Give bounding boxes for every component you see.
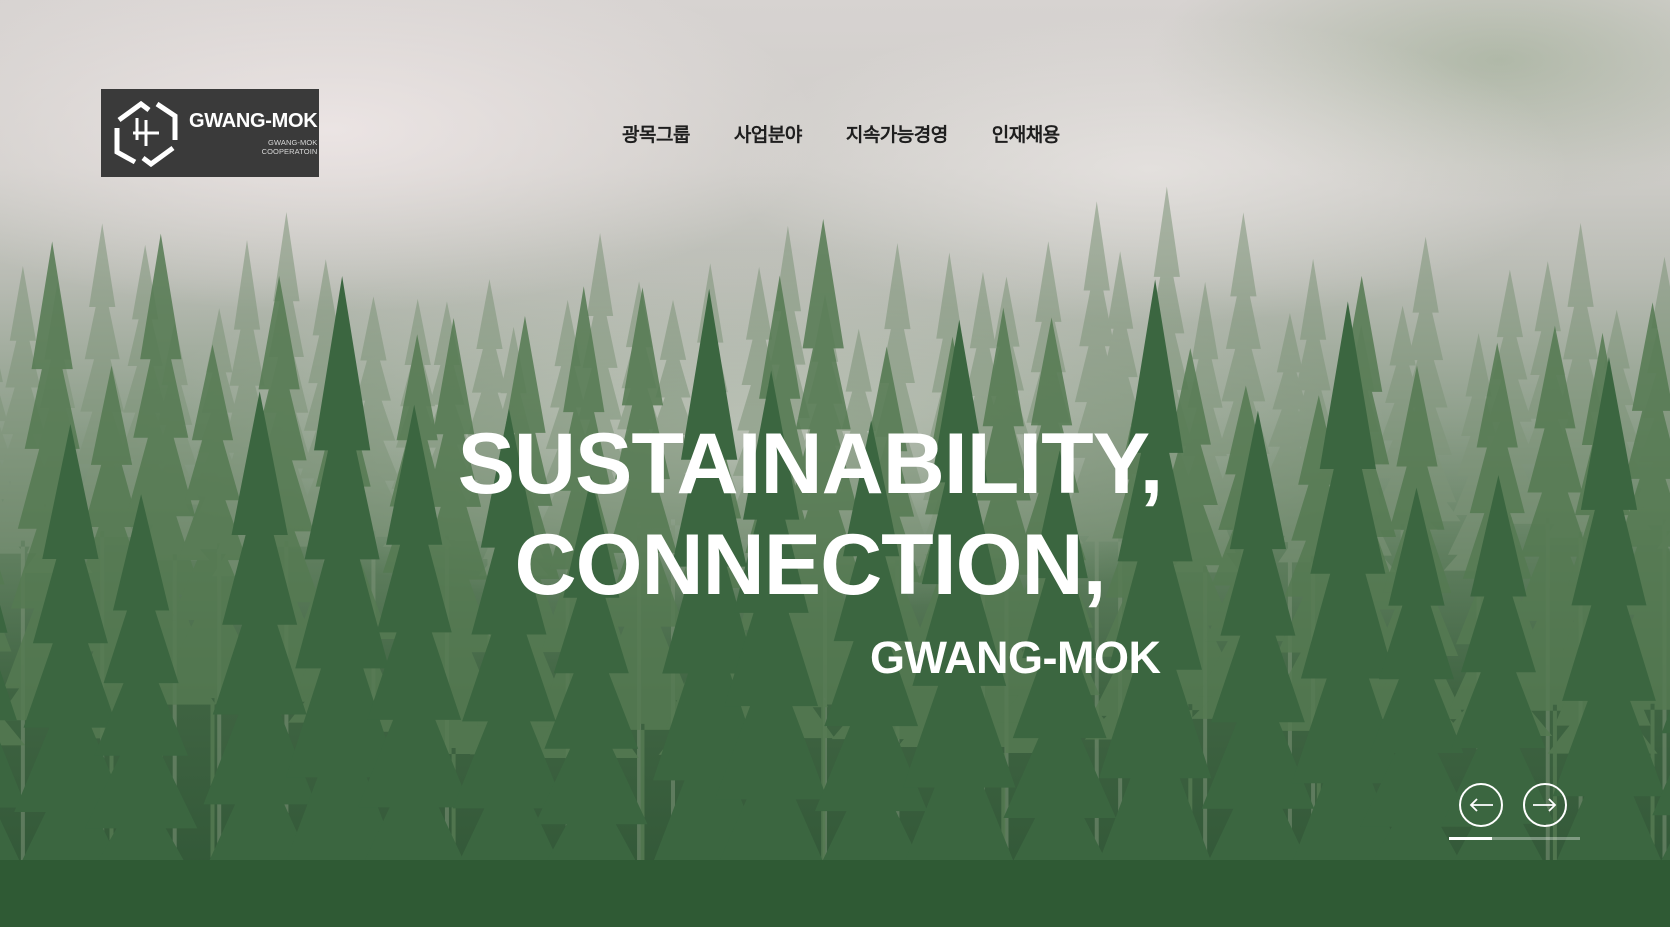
arrow-right-icon — [1533, 798, 1557, 812]
slider-next-button[interactable] — [1523, 783, 1567, 827]
logo-mark-icon — [114, 100, 178, 168]
logo-subtitle-line1: GWANG-MOK — [268, 138, 318, 147]
hero-headline-line1: SUSTAINABILITY, — [457, 416, 1164, 512]
slider-progress-fill — [1449, 837, 1493, 840]
nav-item-sustainability[interactable]: 지속가능경영 — [824, 120, 970, 147]
nav-item-business[interactable]: 사업분야 — [712, 120, 824, 147]
nav-item-careers[interactable]: 인재채용 — [970, 120, 1082, 147]
logo-subtitle-line2: COOPERATOIN — [261, 147, 318, 156]
arrow-left-icon — [1469, 798, 1493, 812]
hero-brand-line: GWANG-MOK — [870, 632, 1161, 683]
slider-prev-button[interactable] — [1459, 783, 1503, 827]
slider-progress-track — [1449, 837, 1580, 840]
nav-item-group[interactable]: 광목그룹 — [600, 120, 712, 147]
logo[interactable]: GWANG-MOK GWANG-MOK COOPERATOIN — [101, 89, 319, 177]
hero-headline-line2: CONNECTION, — [514, 517, 1107, 613]
main-nav: 광목그룹 사업분야 지속가능경영 인재채용 — [600, 120, 1082, 147]
logo-title: GWANG-MOK — [189, 110, 318, 132]
